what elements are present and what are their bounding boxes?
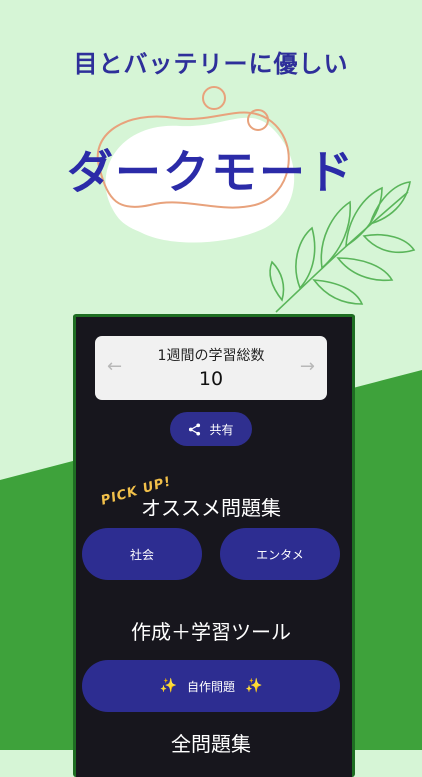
- weekly-total-card: ← 1週間の学習総数 10 →: [95, 336, 327, 400]
- sparkle-icon: ✨: [159, 678, 177, 694]
- weekly-total-title: 1週間の学習総数: [157, 348, 265, 364]
- share-label: 共有: [209, 422, 234, 437]
- tools-title: 作成＋学習ツール: [131, 620, 291, 644]
- recommend-title: オススメ問題集: [141, 496, 281, 520]
- weekly-total-value: 10: [198, 368, 224, 390]
- share-icon: [189, 422, 201, 436]
- share-button[interactable]: 共有: [170, 412, 252, 446]
- tagline: 目とバッテリーに優しい: [73, 50, 349, 78]
- bubble-large: [202, 86, 226, 110]
- category-entertainment-button[interactable]: エンタメ: [220, 528, 340, 580]
- arrow-right-icon[interactable]: →: [300, 356, 315, 377]
- custom-quiz-label: 自作問題: [186, 679, 235, 694]
- category-social-label: 社会: [129, 547, 154, 562]
- all-collections-title: 全問題集: [171, 732, 251, 756]
- category-social-button[interactable]: 社会: [82, 528, 202, 580]
- hero-title: ダークモード: [67, 145, 355, 199]
- custom-quiz-button[interactable]: ✨ 自作問題 ✨: [82, 660, 340, 712]
- sparkle-icon: ✨: [245, 678, 263, 694]
- category-entertainment-label: エンタメ: [256, 547, 304, 562]
